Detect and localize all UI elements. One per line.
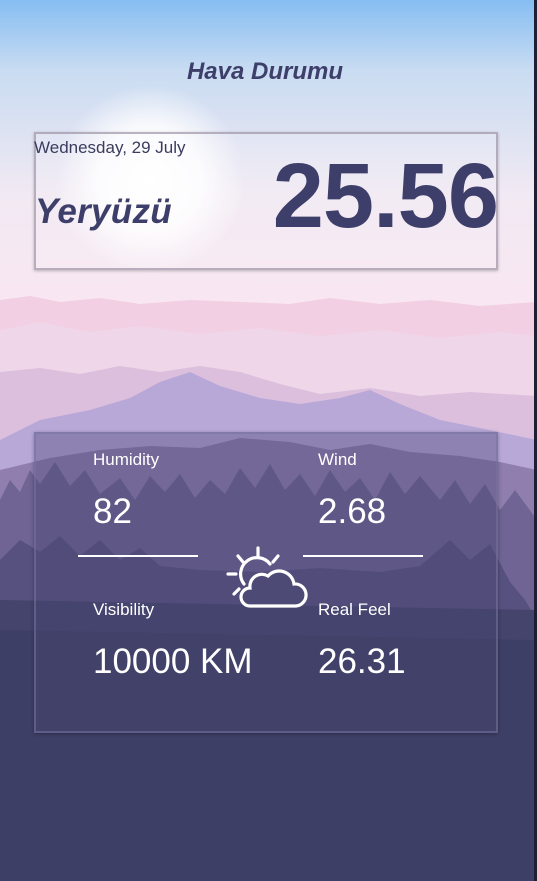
wind-value: 2.68 [318,492,387,531]
divider-left [78,555,198,557]
partly-sunny-icon [226,546,308,608]
temperature-value: 25.56 [272,145,499,247]
divider-right [303,555,423,557]
humidity-value: 82 [93,492,132,531]
current-date: Wednesday, 29 July [34,138,186,157]
visibility-value: 10000 KM [93,642,253,681]
real-feel-value: 26.31 [318,642,406,681]
wind-label: Wind [318,450,357,469]
app-title: Hava Durumu [186,58,344,85]
city-name: Yeryüzü [35,192,172,231]
weather-stats-card: Humidity 82 Wind 2.68 Visibility 10000 K… [34,432,498,733]
humidity-label: Humidity [93,450,160,469]
visibility-label: Visibility [93,600,155,619]
real-feel-label: Real Feel [318,600,391,619]
location-card: Wednesday, 29 July Yeryüzü 25.56 [34,132,499,270]
